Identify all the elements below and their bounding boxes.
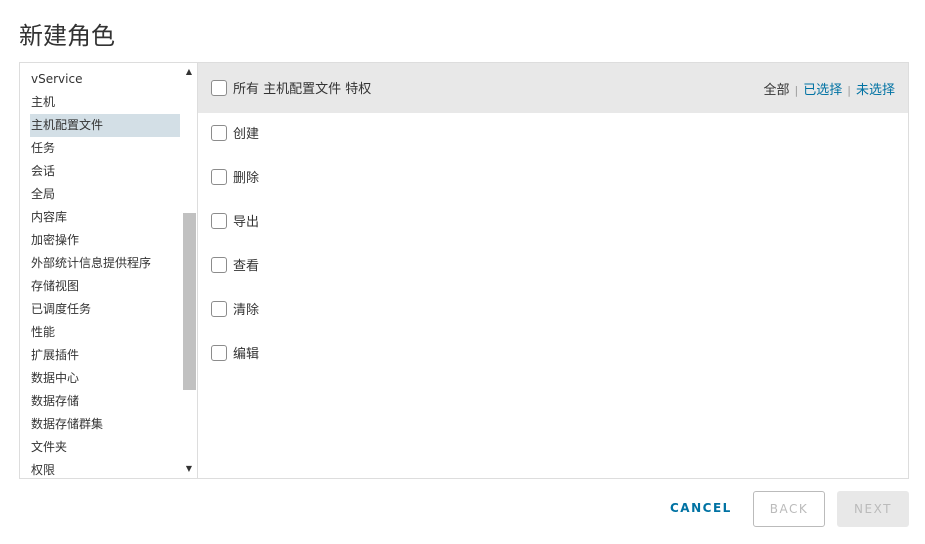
sidebar-item[interactable]: 会话 [30, 160, 180, 183]
privilege-row[interactable]: 查看 [211, 255, 259, 274]
sidebar-item[interactable]: 任务 [30, 137, 180, 160]
sidebar-item[interactable]: 文件夹 [30, 436, 180, 459]
privilege-row[interactable]: 创建 [211, 123, 259, 142]
select-all-label: 所有 主机配置文件 特权 [233, 82, 372, 97]
privilege-header: 所有 主机配置文件 特权 全部 | 已选择 | 未选择 [198, 63, 908, 113]
back-button[interactable]: BACK [753, 491, 825, 527]
privilege-label: 查看 [233, 259, 260, 274]
category-list-pane: vService 主机 主机配置文件 任务 会话 全局 内容库 加密操作 外部统计信息提供程序存… [20, 63, 198, 478]
sidebar-item[interactable]: 数据存储群集 [30, 413, 180, 436]
privileges-panel: vService 主机 主机配置文件 任务 会话 全局 内容库 加密操作 外部统计信息提供程序存… [19, 62, 909, 479]
divider: | [847, 84, 851, 97]
sidebar-item[interactable]: vService [30, 68, 180, 91]
privilege-label: 删除 [233, 171, 260, 186]
sidebar-item[interactable]: 权限 [30, 459, 180, 478]
sidebar-item[interactable]: 存储视图 [30, 275, 180, 298]
scrollbar-thumb[interactable] [183, 213, 196, 390]
sidebar-item[interactable]: 主机配置文件 [30, 114, 180, 137]
sidebar-item[interactable]: 扩展插件 [30, 344, 180, 367]
page-title: 新建角色 [19, 22, 115, 50]
filter-selected[interactable]: 已选择 [803, 83, 842, 98]
category-list: vService 主机 主机配置文件 任务 会话 全局 内容库 加密操作 外部统计信息提供程序存… [30, 68, 180, 478]
sidebar-item[interactable]: 性能 [30, 321, 180, 344]
sidebar-item[interactable]: 主机 [30, 91, 180, 114]
sidebar-item[interactable]: 数据存储 [30, 390, 180, 413]
sidebar-item[interactable]: 数据中心 [30, 367, 180, 390]
privilege-row[interactable]: 编辑 [211, 343, 259, 362]
sidebar-item[interactable]: 外部统计信息提供程序 [30, 252, 180, 275]
filter-links: 全部 | 已选择 | 未选择 [764, 79, 895, 98]
sidebar-item[interactable]: 内容库 [30, 206, 180, 229]
sidebar-item[interactable]: 全局 [30, 183, 180, 206]
divider: | [794, 84, 799, 97]
scrollbar[interactable]: ▲ ▼ [182, 63, 196, 478]
filter-all[interactable]: 全部 [764, 83, 790, 98]
cancel-button[interactable]: CANCEL [670, 501, 732, 515]
privilege-row[interactable]: 清除 [211, 299, 259, 318]
select-all-row[interactable]: 所有 主机配置文件 特权 [211, 78, 371, 97]
privilege-checkbox[interactable] [211, 124, 227, 141]
privilege-label: 清除 [233, 303, 260, 318]
select-all-checkbox[interactable] [211, 79, 227, 96]
privilege-checkbox[interactable] [211, 300, 227, 317]
privilege-row[interactable]: 删除 [211, 167, 259, 186]
sidebar-item[interactable]: 已调度任务 [30, 298, 180, 321]
privilege-label: 导出 [233, 215, 260, 230]
scroll-down-icon[interactable]: ▼ [182, 462, 196, 476]
privilege-row[interactable]: 导出 [211, 211, 259, 230]
privilege-checkbox[interactable] [211, 256, 227, 273]
sidebar-item[interactable]: 加密操作 [30, 229, 180, 252]
privilege-checkbox[interactable] [211, 168, 227, 185]
privilege-label: 创建 [233, 127, 260, 142]
filter-unselected[interactable]: 未选择 [856, 83, 895, 98]
privilege-checkbox[interactable] [211, 212, 227, 229]
privilege-label: 编辑 [233, 347, 260, 362]
privilege-pane: 所有 主机配置文件 特权 全部 | 已选择 | 未选择 创建删除导出查看清除编辑 [198, 63, 908, 478]
scroll-up-icon[interactable]: ▲ [182, 65, 196, 79]
privilege-checkbox[interactable] [211, 344, 227, 361]
next-button[interactable]: NEXT [837, 491, 909, 527]
